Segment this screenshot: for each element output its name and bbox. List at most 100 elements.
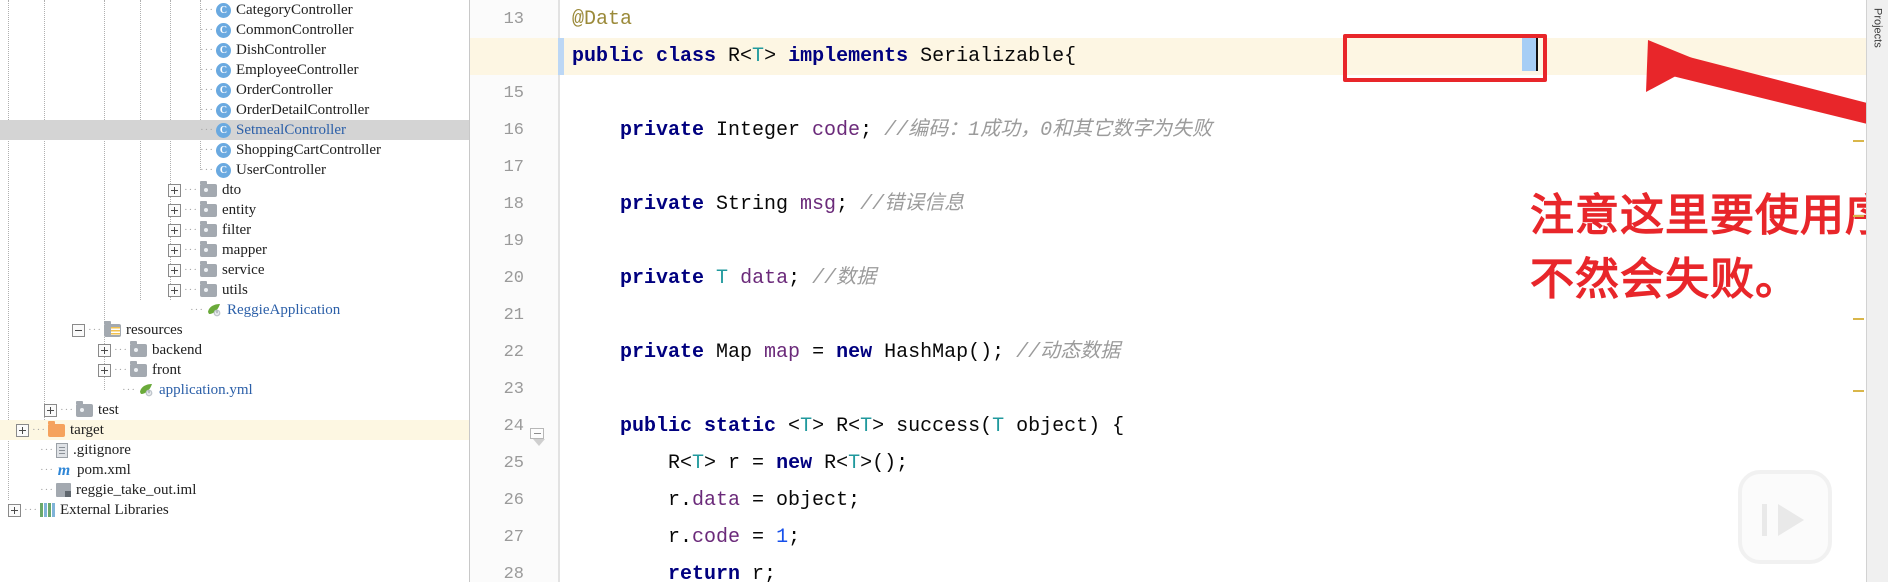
editor-gutter[interactable]: 13141516171819202122232425262728 (470, 0, 558, 582)
code-line[interactable]: r.code = 1; (558, 519, 1888, 556)
line-number[interactable]: 15 (474, 75, 524, 112)
tree-node-label: dto (222, 182, 242, 198)
expand-toggle-icon[interactable] (8, 503, 21, 517)
code-line[interactable]: public class R<T> implements Serializabl… (558, 38, 1888, 75)
expand-toggle-icon[interactable] (168, 223, 181, 237)
text-file-icon (56, 442, 68, 458)
tree-connector: ··· (40, 464, 54, 476)
code-token: 1 (776, 526, 789, 549)
code-token: HashMap(); (884, 341, 1017, 364)
expand-toggle-icon[interactable] (16, 423, 29, 437)
code-line[interactable]: return r; (558, 556, 1888, 582)
tree-node[interactable]: ··· target (0, 420, 469, 440)
code-token: ; (788, 267, 813, 290)
tree-node[interactable]: ··· C ShoppingCartController (0, 140, 469, 160)
expand-toggle-icon[interactable] (168, 183, 181, 197)
tree-node[interactable]: ··· C OrderController (0, 80, 469, 100)
expand-toggle-icon[interactable] (168, 203, 181, 217)
line-number[interactable]: 24 (474, 408, 524, 445)
code-token: > (764, 45, 789, 68)
tree-node[interactable]: ··· utils (0, 280, 469, 300)
code-line[interactable]: R<T> r = new R<T>(); (558, 445, 1888, 482)
folder-icon (200, 260, 217, 277)
tree-node[interactable]: ··· C DishController (0, 40, 469, 60)
tree-node[interactable]: ··· application.yml (0, 380, 469, 400)
tree-node[interactable]: ··· resources (0, 320, 469, 340)
tree-connector: ··· (40, 444, 54, 456)
tree-node[interactable]: ··· C SetmealController (0, 120, 469, 140)
code-token: ; (836, 193, 861, 216)
tree-node[interactable]: ··· reggie_take_out.iml (0, 480, 469, 500)
line-number[interactable]: 17 (474, 149, 524, 186)
tree-node[interactable]: ··· C OrderDetailController (0, 100, 469, 120)
expand-toggle-icon[interactable] (98, 343, 111, 357)
tree-connector: ··· (200, 104, 214, 116)
collapse-toggle-icon[interactable] (72, 323, 85, 337)
expand-toggle-icon[interactable] (168, 263, 181, 277)
code-line[interactable]: public static <T> R<T> success(T object)… (558, 408, 1888, 445)
line-number[interactable]: 21 (474, 297, 524, 334)
tree-node[interactable]: ··· entity (0, 200, 469, 220)
projects-tab-label[interactable]: Projects (1872, 8, 1884, 48)
expand-toggle-icon[interactable] (168, 283, 181, 297)
code-line[interactable]: private Map map = new HashMap(); //动态数据 (558, 334, 1888, 371)
line-number[interactable]: 26 (474, 482, 524, 519)
tree-connector: ··· (114, 364, 128, 376)
line-number[interactable]: 13 (474, 1, 524, 38)
project-tool-window[interactable]: ··· C CategoryController ··· C CommonControll… (0, 0, 470, 582)
code-token: T (860, 415, 873, 438)
java-class-icon: C (216, 82, 231, 98)
expand-toggle-icon[interactable] (168, 243, 181, 257)
code-token: private (572, 119, 717, 142)
line-number[interactable]: 16 (474, 112, 524, 149)
tree-node[interactable]: ··· C UserController (0, 160, 469, 180)
line-number[interactable]: 22 (474, 334, 524, 371)
tree-node-label: External Libraries (60, 502, 169, 518)
line-number[interactable]: 28 (474, 556, 524, 582)
line-number[interactable]: 19 (474, 223, 524, 260)
tree-node-label: filter (222, 222, 252, 238)
expand-toggle-icon[interactable] (98, 363, 111, 377)
tree-node[interactable]: ··· ReggieApplication (0, 300, 469, 320)
tree-node[interactable]: ··· test (0, 400, 469, 420)
tree-node-label: front (152, 362, 182, 378)
tree-node[interactable]: ··· .gitignore (0, 440, 469, 460)
tree-node[interactable]: ··· C CategoryController (0, 0, 469, 20)
code-line[interactable]: @Data (558, 1, 1888, 38)
line-number[interactable]: 27 (474, 519, 524, 556)
tree-connector: ··· (184, 184, 198, 196)
tree-node[interactable]: ··· C CommonController (0, 20, 469, 40)
line-number[interactable]: 20 (474, 260, 524, 297)
code-token: > R< (812, 415, 861, 438)
editor-marker-strip[interactable] (1852, 0, 1866, 582)
code-line[interactable] (558, 149, 1888, 186)
tree-node[interactable]: ··· mapper (0, 240, 469, 260)
right-tool-window-bar[interactable]: Projects (1866, 0, 1888, 582)
code-line[interactable]: private Integer code; //编码：1成功，0和其它数字为失败 (558, 112, 1888, 149)
code-fold-marker[interactable] (530, 428, 545, 446)
tree-node[interactable]: ··· dto (0, 180, 469, 200)
line-number[interactable]: 23 (474, 371, 524, 408)
code-line[interactable] (558, 75, 1888, 112)
tree-node[interactable]: ··· backend (0, 340, 469, 360)
tree-node[interactable]: ··· filter (0, 220, 469, 240)
tree-node[interactable]: ··· front (0, 360, 469, 380)
code-token: { (1064, 45, 1077, 68)
tree-node[interactable]: ··· service (0, 260, 469, 280)
tree-connector: ··· (200, 144, 214, 156)
code-editor[interactable]: 13141516171819202122232425262728 @Data pu… (470, 0, 1888, 582)
expand-toggle-icon[interactable] (44, 403, 57, 417)
code-token: //动态数据 (1016, 341, 1121, 364)
code-token: > r = (704, 452, 777, 475)
tree-node[interactable]: ··· External Libraries (0, 500, 469, 520)
code-token: > success( (872, 415, 993, 438)
tree-node[interactable]: ··· m pom.xml (0, 460, 469, 480)
line-number[interactable]: 18 (474, 186, 524, 223)
code-line[interactable]: r.data = object; (558, 482, 1888, 519)
code-line[interactable] (558, 371, 1888, 408)
tree-node[interactable]: ··· C EmployeeController (0, 60, 469, 80)
line-number[interactable]: 25 (474, 445, 524, 482)
project-tree[interactable]: ··· C CategoryController ··· C CommonControll… (0, 0, 469, 520)
code-token: r. (572, 526, 693, 549)
code-token: T (716, 267, 729, 290)
